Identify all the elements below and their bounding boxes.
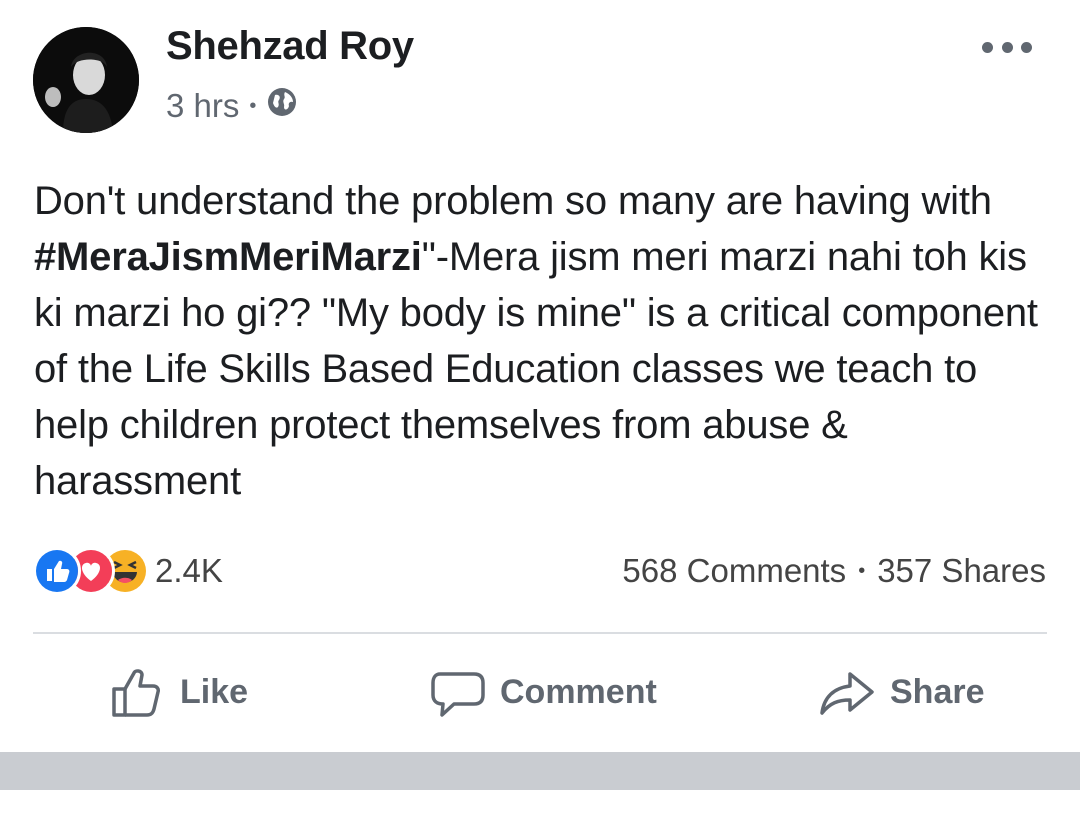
comments-count-link[interactable]: 568 Comments [622, 552, 846, 590]
post-time[interactable]: 3 hrs [166, 87, 239, 125]
engagement-stats: 568 Comments • 357 Shares [622, 548, 1046, 594]
reaction-count: 2.4K [155, 552, 223, 589]
divider [33, 632, 1047, 634]
comment-button[interactable]: Comment [428, 655, 657, 730]
post-text-prefix: Don't understand the problem so many are… [34, 179, 1003, 223]
more-options-icon[interactable] [982, 32, 1032, 62]
comment-bubble-icon [431, 671, 485, 717]
like-button[interactable]: Like [108, 655, 248, 730]
author-avatar[interactable] [33, 27, 139, 133]
globe-icon [266, 86, 298, 126]
share-arrow-icon [820, 671, 874, 715]
action-bar: Like Comment Share [0, 655, 1080, 730]
stats-separator: • [858, 559, 866, 582]
like-label: Like [180, 673, 249, 711]
share-label: Share [890, 673, 985, 711]
more-dot [982, 41, 993, 53]
post-text: Don't understand the problem so many are… [34, 173, 1054, 509]
more-dot [1021, 41, 1032, 53]
share-button[interactable]: Share [818, 655, 985, 730]
like-reaction-icon [33, 547, 81, 595]
thumbs-up-icon [112, 668, 160, 717]
feed-separator-bar [0, 752, 1080, 790]
meta-separator: • [249, 94, 257, 117]
author-name[interactable]: Shehzad Roy [166, 24, 414, 69]
post-card: Shehzad Roy 3 hrs • Don't understand the… [0, 0, 1080, 750]
shares-count-link[interactable]: 357 Shares [877, 552, 1046, 590]
hashtag-link[interactable]: #MeraJismMeriMarzi [34, 235, 422, 279]
reactions-summary[interactable]: 2.4K [33, 547, 223, 595]
comment-label: Comment [500, 673, 657, 711]
post-meta: 3 hrs • [166, 86, 298, 126]
more-dot [1001, 41, 1013, 53]
